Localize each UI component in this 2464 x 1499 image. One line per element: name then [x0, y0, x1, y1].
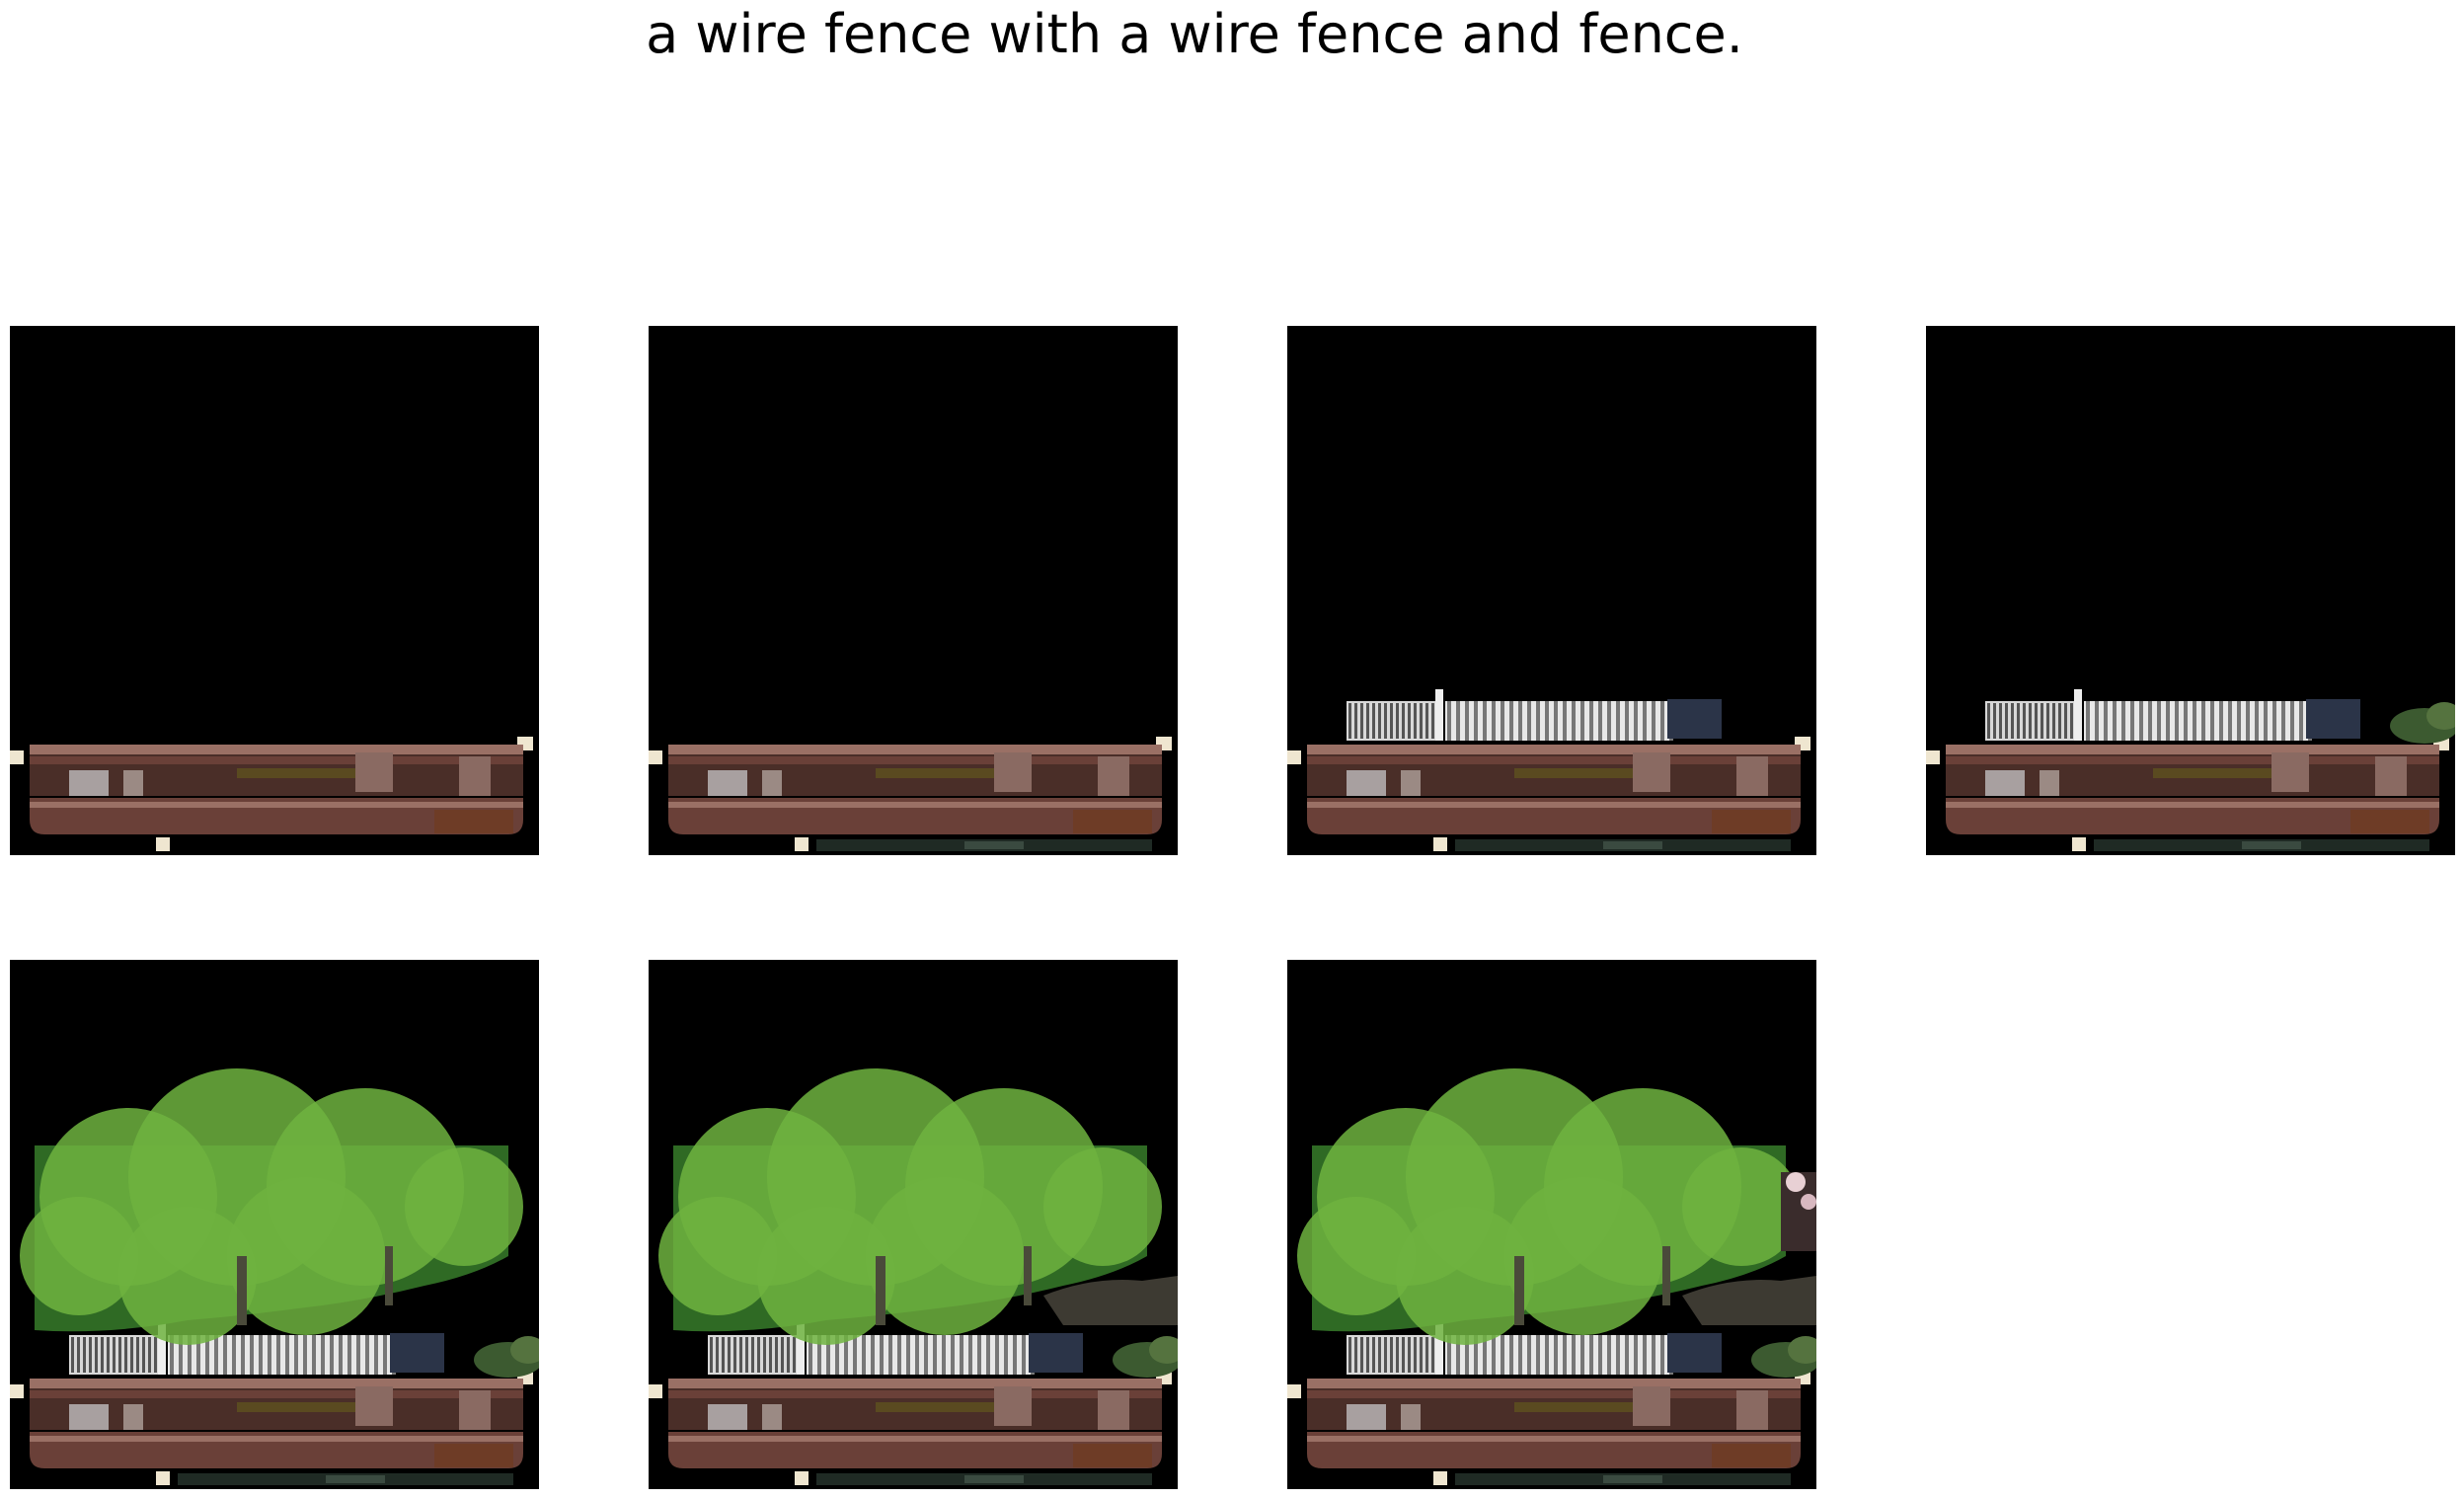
- mask-panel-2: [649, 326, 1178, 855]
- mask-image: [649, 326, 1178, 855]
- planter-box: [1926, 737, 2449, 851]
- planter-box: [649, 1371, 1172, 1485]
- planter-box: [10, 737, 533, 851]
- blossom-patch: [1781, 1172, 1816, 1251]
- ground-strip: [816, 839, 1152, 851]
- planter-box: [10, 1371, 533, 1485]
- mask-image: [10, 326, 539, 855]
- planter-box: [1287, 1371, 1810, 1485]
- mask-panel-5: [10, 960, 539, 1489]
- mask-image: [649, 960, 1178, 1489]
- mask-panel-3: [1287, 326, 1816, 855]
- mask-panel-1: [10, 326, 539, 855]
- ground-strip: [1455, 1473, 1791, 1485]
- mask-image: [1287, 326, 1816, 855]
- planter-box: [649, 737, 1172, 851]
- mask-panel-4: [1926, 326, 2455, 855]
- ground-strip: [1455, 839, 1791, 851]
- image-caption: a wire fence with a wire fence and fence…: [646, 3, 1743, 65]
- mask-image: [1926, 326, 2455, 855]
- mask-panel-6: [649, 960, 1178, 1489]
- ground-strip: [178, 1473, 513, 1485]
- planter-box: [1287, 737, 1810, 851]
- ground-strip: [2094, 839, 2429, 851]
- mask-panel-7: [1287, 960, 1816, 1489]
- ground-strip: [816, 1473, 1152, 1485]
- mask-image: [10, 960, 539, 1489]
- mask-image: [1287, 960, 1816, 1489]
